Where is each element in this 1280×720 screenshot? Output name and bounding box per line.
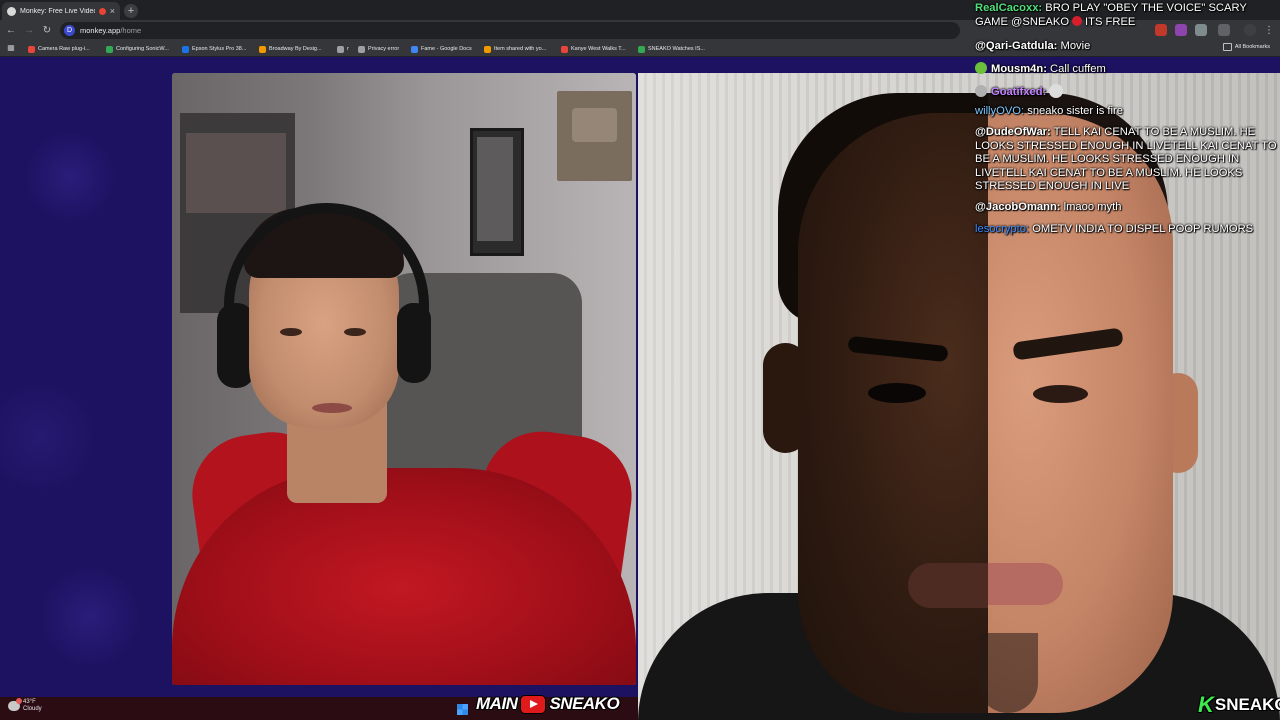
bookmark-item[interactable]: SNEAKO Watches IS...	[638, 43, 705, 55]
bookmark-item[interactable]: Kanye West Walks T...	[561, 43, 626, 55]
chat-message: Goatifxed:	[975, 84, 1278, 100]
eye-left	[280, 328, 302, 336]
mouth	[312, 403, 352, 413]
weather-temperature: 43°F	[23, 699, 36, 705]
bookmark-item[interactable]: Broadway By Desig...	[259, 43, 322, 55]
bookmark-label: Kanye West Walks T...	[571, 46, 626, 52]
recording-icon	[98, 7, 106, 15]
chat-text: Movie	[1060, 40, 1091, 52]
alert-emote-icon	[1072, 15, 1083, 26]
bookmark-favicon-icon	[358, 45, 365, 53]
chat-message: RealCacoxx: BRO PLAY "OBEY THE VOICE" SC…	[975, 2, 1278, 29]
chat-username: @Qari-Gatdula:	[975, 40, 1058, 52]
url-host: monkey.app	[80, 26, 121, 35]
bookmark-item[interactable]: Item shared with yo...	[484, 43, 546, 55]
bookmark-favicon-icon	[28, 45, 35, 53]
bookmark-label: Broadway By Desig...	[269, 46, 322, 52]
main-word: MAIN	[476, 694, 518, 713]
face-dark-half	[798, 113, 988, 713]
play-button-plaque-icon	[572, 108, 617, 142]
lips-light-half	[988, 563, 1063, 605]
brand-word: SNEAKO	[1214, 695, 1280, 714]
eye-right	[344, 328, 366, 336]
bookmark-label: Epson Stylus Pro 38...	[192, 46, 247, 52]
windows-start-icon[interactable]	[457, 704, 468, 715]
address-bar[interactable]: D monkey.app /home	[60, 22, 960, 39]
lips-dark-half	[908, 563, 988, 608]
chat-badge-icon	[975, 85, 987, 97]
chat-text-suffix: ITS FREE	[1085, 15, 1136, 28]
chat-message: @JacobOmann: lmaoo myth	[975, 201, 1278, 215]
bookmark-favicon-icon	[484, 45, 491, 53]
chat-text: lmaoo myth	[1063, 201, 1122, 213]
bookmark-label: Configuring SonicW...	[116, 46, 169, 52]
wall-frame-inner	[477, 137, 513, 241]
chat-badge-icon	[975, 62, 987, 74]
bookmark-label: r	[347, 46, 349, 52]
reload-icon[interactable]: ↻	[40, 24, 54, 38]
new-tab-button[interactable]: +	[124, 4, 138, 18]
chat-message: @DudeOfWar: TELL KAI CENAT TO BE A MUSLI…	[975, 126, 1278, 194]
bookmark-favicon-icon	[561, 45, 568, 53]
gorilla-emote-icon	[1049, 84, 1064, 98]
url-path: /home	[120, 26, 142, 35]
bookmark-favicon-icon	[182, 45, 189, 53]
chat-username: willyOVO:	[975, 105, 1025, 117]
site-info-icon[interactable]: D	[64, 25, 75, 36]
main-youtube-logo: MAIN SNEAKO	[476, 693, 620, 715]
bookmark-item[interactable]: r	[337, 43, 349, 55]
eye-left	[868, 383, 926, 403]
back-icon[interactable]: ←	[4, 24, 18, 38]
bookmark-favicon-icon	[337, 45, 344, 53]
chat-username: @JacobOmann:	[975, 201, 1061, 213]
apps-grid-icon[interactable]: ▦	[4, 42, 18, 54]
chat-username: Mousm4n:	[991, 63, 1047, 75]
bookmark-favicon-icon	[259, 45, 266, 53]
stream-chat-overlay: RealCacoxx: BRO PLAY "OBEY THE VOICE" SC…	[975, 0, 1280, 240]
kick-k-icon: K	[1198, 692, 1214, 717]
bookmark-item[interactable]: Configuring SonicW...	[106, 43, 169, 55]
chat-message: lesocrypto: OMETV INDIA TO DISPEL POOP R…	[975, 223, 1278, 237]
bookmark-label: SNEAKO Watches IS...	[648, 46, 705, 52]
tab-close-icon[interactable]: ×	[110, 6, 115, 16]
bookmark-label: Privacy error	[368, 46, 400, 52]
eye-right	[1033, 385, 1088, 403]
chat-text: OMETV INDIA TO DISPEL POOP RUMORS	[1032, 223, 1254, 235]
webcam-video-left	[172, 73, 636, 685]
weather-condition: Cloudy	[23, 706, 42, 712]
bookmark-item[interactable]: Camera Raw plug-i...	[28, 43, 90, 55]
bookmark-label: Item shared with yo...	[494, 46, 547, 52]
chat-message: willyOVO: sneako sister is fire	[975, 105, 1278, 119]
chat-message: Mousm4n: Call cuffem	[975, 62, 1278, 77]
bookmark-label: Camera Raw plug-i...	[38, 46, 90, 52]
chat-username: @DudeOfWar:	[975, 126, 1051, 138]
weather-widget[interactable]: 43°F Cloudy	[8, 698, 42, 713]
chat-text: Call cuffem	[1050, 63, 1106, 75]
bookmark-favicon-icon	[411, 45, 418, 53]
bookmark-favicon-icon	[638, 45, 645, 53]
bookmark-label: Fame - Google Docs	[421, 46, 472, 52]
chat-username: Goatifxed:	[991, 86, 1047, 98]
kick-sneako-watermark: K SNEAKO	[1198, 692, 1280, 717]
chat-username: RealCacoxx:	[975, 2, 1043, 14]
door-window	[186, 133, 286, 213]
tab-title: Monkey: Free Live Video Ch	[20, 7, 95, 15]
forward-icon[interactable]: →	[22, 24, 36, 38]
cloudy-weather-icon	[8, 698, 22, 711]
chat-text: sneako sister is fire	[1027, 105, 1123, 117]
chat-username: lesocrypto:	[975, 223, 1030, 235]
chin-beard	[978, 633, 1038, 713]
monkey-favicon-icon	[7, 6, 16, 16]
browser-tab[interactable]: Monkey: Free Live Video Ch ×	[2, 2, 120, 20]
chat-message: @Qari-Gatdula: Movie	[975, 40, 1278, 54]
sneako-word: SNEAKO	[549, 694, 620, 713]
youtube-icon	[520, 694, 547, 714]
bookmark-item[interactable]: Epson Stylus Pro 38...	[182, 43, 246, 55]
bookmark-item[interactable]: Fame - Google Docs	[411, 43, 472, 55]
bookmark-item[interactable]: Privacy error	[358, 43, 399, 55]
bookmark-favicon-icon	[106, 45, 113, 53]
